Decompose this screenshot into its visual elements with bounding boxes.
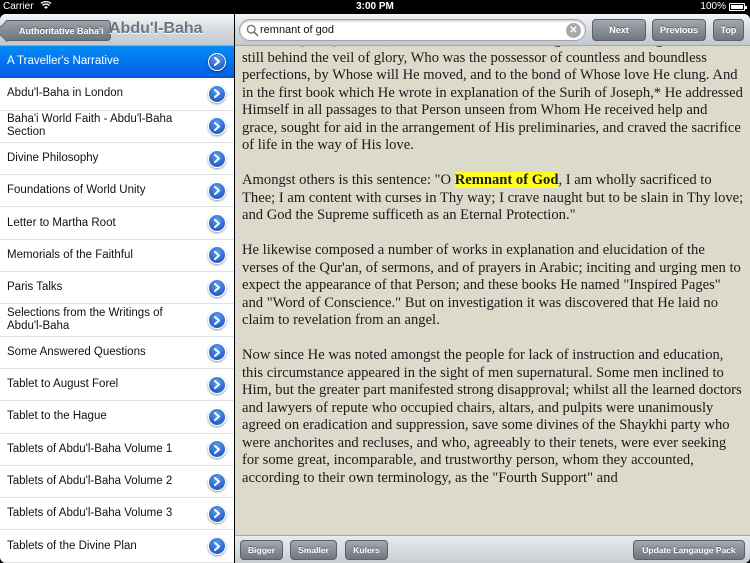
navigation-bar: Authoritative Baha'i Abdu'l-Baha: [0, 14, 234, 46]
list-item[interactable]: Tablets of Abdu'l-Baha Volume 2: [0, 466, 234, 499]
list-item-label: Tablets of Abdu'l-Baha Volume 3: [7, 507, 173, 520]
disclosure-chevron-icon[interactable]: [208, 472, 226, 491]
paragraph: He likewise composed a number of works i…: [242, 242, 741, 328]
list-item-label: Paris Talks: [7, 281, 63, 294]
disclosure-chevron-icon[interactable]: [208, 278, 226, 297]
list-item-label: Letter to Martha Root: [7, 216, 116, 229]
list-item-label: Some Answered Questions: [7, 345, 146, 358]
back-button[interactable]: Authoritative Baha'i: [6, 20, 111, 41]
list-item-label: Divine Philosophy: [7, 152, 99, 165]
status-bar: Carrier 3:00 PM 100%: [0, 0, 750, 14]
disclosure-chevron-icon[interactable]: [208, 343, 226, 362]
previous-button[interactable]: Previous: [652, 19, 706, 41]
kulers-button[interactable]: Kulers: [345, 540, 388, 560]
list-item-label: Tablet to the Hague: [7, 410, 107, 423]
disclosure-chevron-icon[interactable]: [208, 246, 226, 265]
update-language-pack-button[interactable]: Update Langauge Pack: [633, 540, 745, 560]
search-toolbar: ✕ Next Previous Top: [235, 14, 750, 46]
paragraph: Now since He was noted amongst the peopl…: [242, 347, 742, 486]
disclosure-chevron-icon[interactable]: [208, 181, 226, 200]
nav-title: Abdu'l-Baha: [109, 20, 203, 37]
list-item-label: Tablets of Abdu'l-Baha Volume 1: [7, 442, 173, 455]
list-item[interactable]: Tablets of Abdu'l-Baha Volume 3: [0, 498, 234, 531]
disclosure-chevron-icon[interactable]: [208, 440, 226, 459]
bigger-button[interactable]: Bigger: [240, 540, 283, 560]
detail-pane: ✕ Next Previous Top term Bab [Gate] was …: [235, 14, 750, 563]
clock: 3:00 PM: [356, 1, 394, 12]
list-item[interactable]: Paris Talks: [0, 272, 234, 305]
list-item[interactable]: Divine Philosophy: [0, 143, 234, 176]
list-item[interactable]: Tablets of the Divine Plan: [0, 530, 234, 563]
list-item[interactable]: Baha'i World Faith - Abdu'l-Baha Section: [0, 111, 234, 143]
next-button[interactable]: Next: [592, 19, 646, 41]
back-button-label: Authoritative Baha'i: [19, 26, 104, 36]
list-item-label: Selections from the Writings of Abdu'l-B…: [7, 307, 163, 333]
disclosure-chevron-icon[interactable]: [208, 117, 226, 136]
smaller-button[interactable]: Smaller: [290, 540, 337, 560]
list-item[interactable]: Some Answered Questions: [0, 337, 234, 369]
paragraph-text: Amongst others is this sentence: "O: [242, 172, 455, 188]
search-input[interactable]: [260, 22, 560, 38]
list-item-label: A Traveller's Narrative: [7, 55, 120, 68]
book-list: A Traveller's Narrative Abdu'l-Baha in Lo…: [0, 46, 234, 563]
disclosure-chevron-icon[interactable]: [208, 52, 226, 71]
list-item[interactable]: Letter to Martha Root: [0, 207, 234, 240]
list-item-label: Tablet to August Forel: [7, 378, 119, 391]
disclosure-chevron-icon[interactable]: [208, 311, 226, 330]
battery-percent: 100%: [700, 1, 726, 12]
bottom-toolbar: Bigger Smaller Kulers Update Langauge Pa…: [235, 535, 750, 563]
list-item[interactable]: A Traveller's Narrative: [0, 46, 234, 79]
search-field[interactable]: ✕: [239, 19, 586, 41]
list-item-label: Abdu'l-Baha in London: [7, 87, 124, 100]
search-highlight: Remnant of God: [454, 172, 559, 188]
disclosure-chevron-icon[interactable]: [208, 214, 226, 233]
disclosure-chevron-icon[interactable]: [208, 407, 226, 426]
list-item[interactable]: Foundations of World Unity: [0, 175, 234, 208]
list-item[interactable]: Memorials of the Faithful: [0, 240, 234, 273]
list-item[interactable]: Selections from the Writings of Abdu'l-B…: [0, 304, 234, 337]
list-item-label: Foundations of World Unity: [7, 184, 146, 197]
clear-search-icon[interactable]: ✕: [566, 23, 581, 38]
list-item[interactable]: Tablets of Abdu'l-Baha Volume 1: [0, 434, 234, 466]
paragraph: term Bab [Gate] was this, that He was th…: [242, 32, 743, 153]
search-icon: [246, 24, 259, 37]
list-item[interactable]: Tablet to the Hague: [0, 401, 234, 434]
reader-content[interactable]: term Bab [Gate] was this, that He was th…: [235, 32, 750, 505]
disclosure-chevron-icon[interactable]: [208, 504, 226, 523]
list-item-label: Memorials of the Faithful: [7, 248, 133, 261]
disclosure-chevron-icon[interactable]: [208, 84, 226, 103]
top-button[interactable]: Top: [713, 19, 744, 41]
disclosure-chevron-icon[interactable]: [208, 149, 226, 168]
paragraph: Amongst others is this sentence: "O Remn…: [242, 172, 744, 225]
list-item-label: Tablets of Abdu'l-Baha Volume 2: [7, 475, 173, 487]
master-pane: Authoritative Baha'i Abdu'l-Baha A Trave…: [0, 14, 234, 563]
list-item-label: Tablets of the Divine Plan: [7, 539, 137, 552]
list-item[interactable]: Abdu'l-Baha in London: [0, 78, 234, 111]
disclosure-chevron-icon[interactable]: [208, 375, 226, 394]
list-item-label: Baha'i World Faith - Abdu'l-Baha Section: [7, 113, 173, 139]
disclosure-chevron-icon[interactable]: [208, 537, 226, 556]
list-item[interactable]: Tablet to August Forel: [0, 369, 234, 402]
battery-icon: [729, 3, 747, 11]
